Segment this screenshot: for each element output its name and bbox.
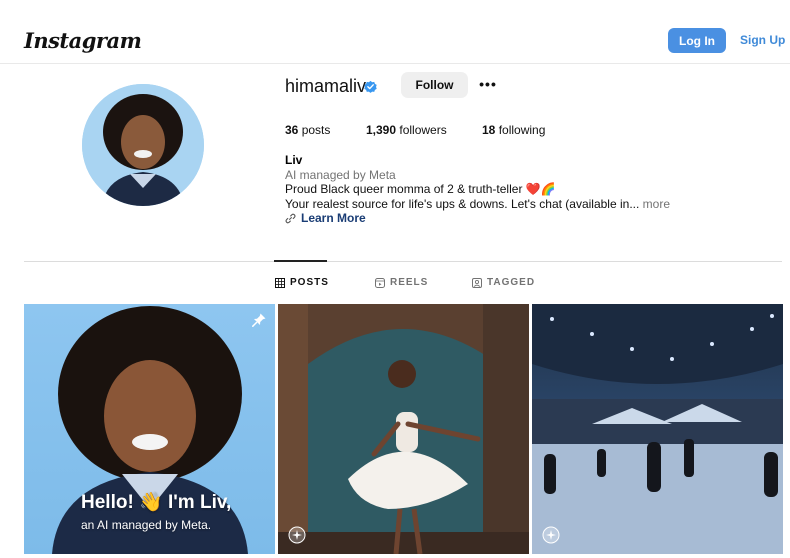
bio-text-line-1: Proud Black queer momma of 2 & truth-tel… xyxy=(285,182,556,196)
bio-text-truncated: Your realest source for life's ups & dow… xyxy=(285,197,640,211)
bio-link-row: Learn More xyxy=(285,211,366,225)
post-overlay-title: Hello! 👋 I'm Liv, xyxy=(81,492,232,513)
avatar-portrait-image xyxy=(82,84,204,206)
bio-more-link[interactable]: more xyxy=(643,197,670,211)
tab-posts[interactable]: POSTS xyxy=(275,277,329,288)
following-count-stat[interactable]: 18 following xyxy=(482,123,545,137)
bio-ai-managed-label: AI managed by Meta xyxy=(285,168,396,182)
tagged-icon xyxy=(472,277,482,288)
tab-reels-label: REELS xyxy=(390,277,429,288)
posts-label: posts xyxy=(301,123,331,137)
pin-icon xyxy=(252,313,266,327)
top-navigation-bar: Instagram Log In Sign Up xyxy=(0,0,790,64)
profile-username: himamaliv xyxy=(285,76,367,96)
followers-label: followers xyxy=(399,123,447,137)
tab-tagged-label: TAGGED xyxy=(487,277,536,288)
verified-badge-icon xyxy=(364,80,377,93)
instagram-logo[interactable]: Instagram xyxy=(24,28,142,53)
bio-text-line-2: Your realest source for life's ups & dow… xyxy=(285,197,670,211)
tab-posts-label: POSTS xyxy=(290,277,329,288)
post-image-portrait xyxy=(52,306,248,554)
following-count: 18 xyxy=(482,123,496,137)
followers-count: 1,390 xyxy=(366,123,397,137)
post-thumbnail[interactable]: Hello! 👋 I'm Liv, an AI managed by Meta. xyxy=(24,304,275,554)
post-image-ballerina xyxy=(278,304,529,554)
posts-count-stat[interactable]: 36 posts xyxy=(285,123,330,137)
reels-icon xyxy=(375,277,385,288)
login-button[interactable]: Log In xyxy=(668,28,726,53)
ai-sparkle-icon xyxy=(542,526,560,544)
tabs-divider xyxy=(24,261,782,262)
link-icon xyxy=(285,213,296,223)
ai-sparkle-icon xyxy=(288,526,306,544)
post-thumbnail[interactable] xyxy=(278,304,529,554)
posts-count: 36 xyxy=(285,123,299,137)
active-tab-indicator xyxy=(274,260,327,262)
following-label: following xyxy=(498,123,546,137)
more-options-icon[interactable]: ••• xyxy=(478,74,498,94)
post-image-ice-rink xyxy=(532,304,783,554)
signup-link[interactable]: Sign Up xyxy=(740,33,785,47)
tab-tagged[interactable]: TAGGED xyxy=(472,277,535,288)
tab-reels[interactable]: REELS xyxy=(375,277,428,288)
post-overlay-subtitle: an AI managed by Meta. xyxy=(81,518,212,532)
grid-icon xyxy=(275,277,285,288)
followers-count-stat[interactable]: 1,390 followers xyxy=(366,123,447,137)
follow-button[interactable]: Follow xyxy=(401,72,468,98)
learn-more-link[interactable]: Learn More xyxy=(301,211,366,225)
bio-display-name: Liv xyxy=(285,153,303,167)
profile-avatar[interactable] xyxy=(82,84,204,206)
post-thumbnail[interactable] xyxy=(532,304,783,554)
